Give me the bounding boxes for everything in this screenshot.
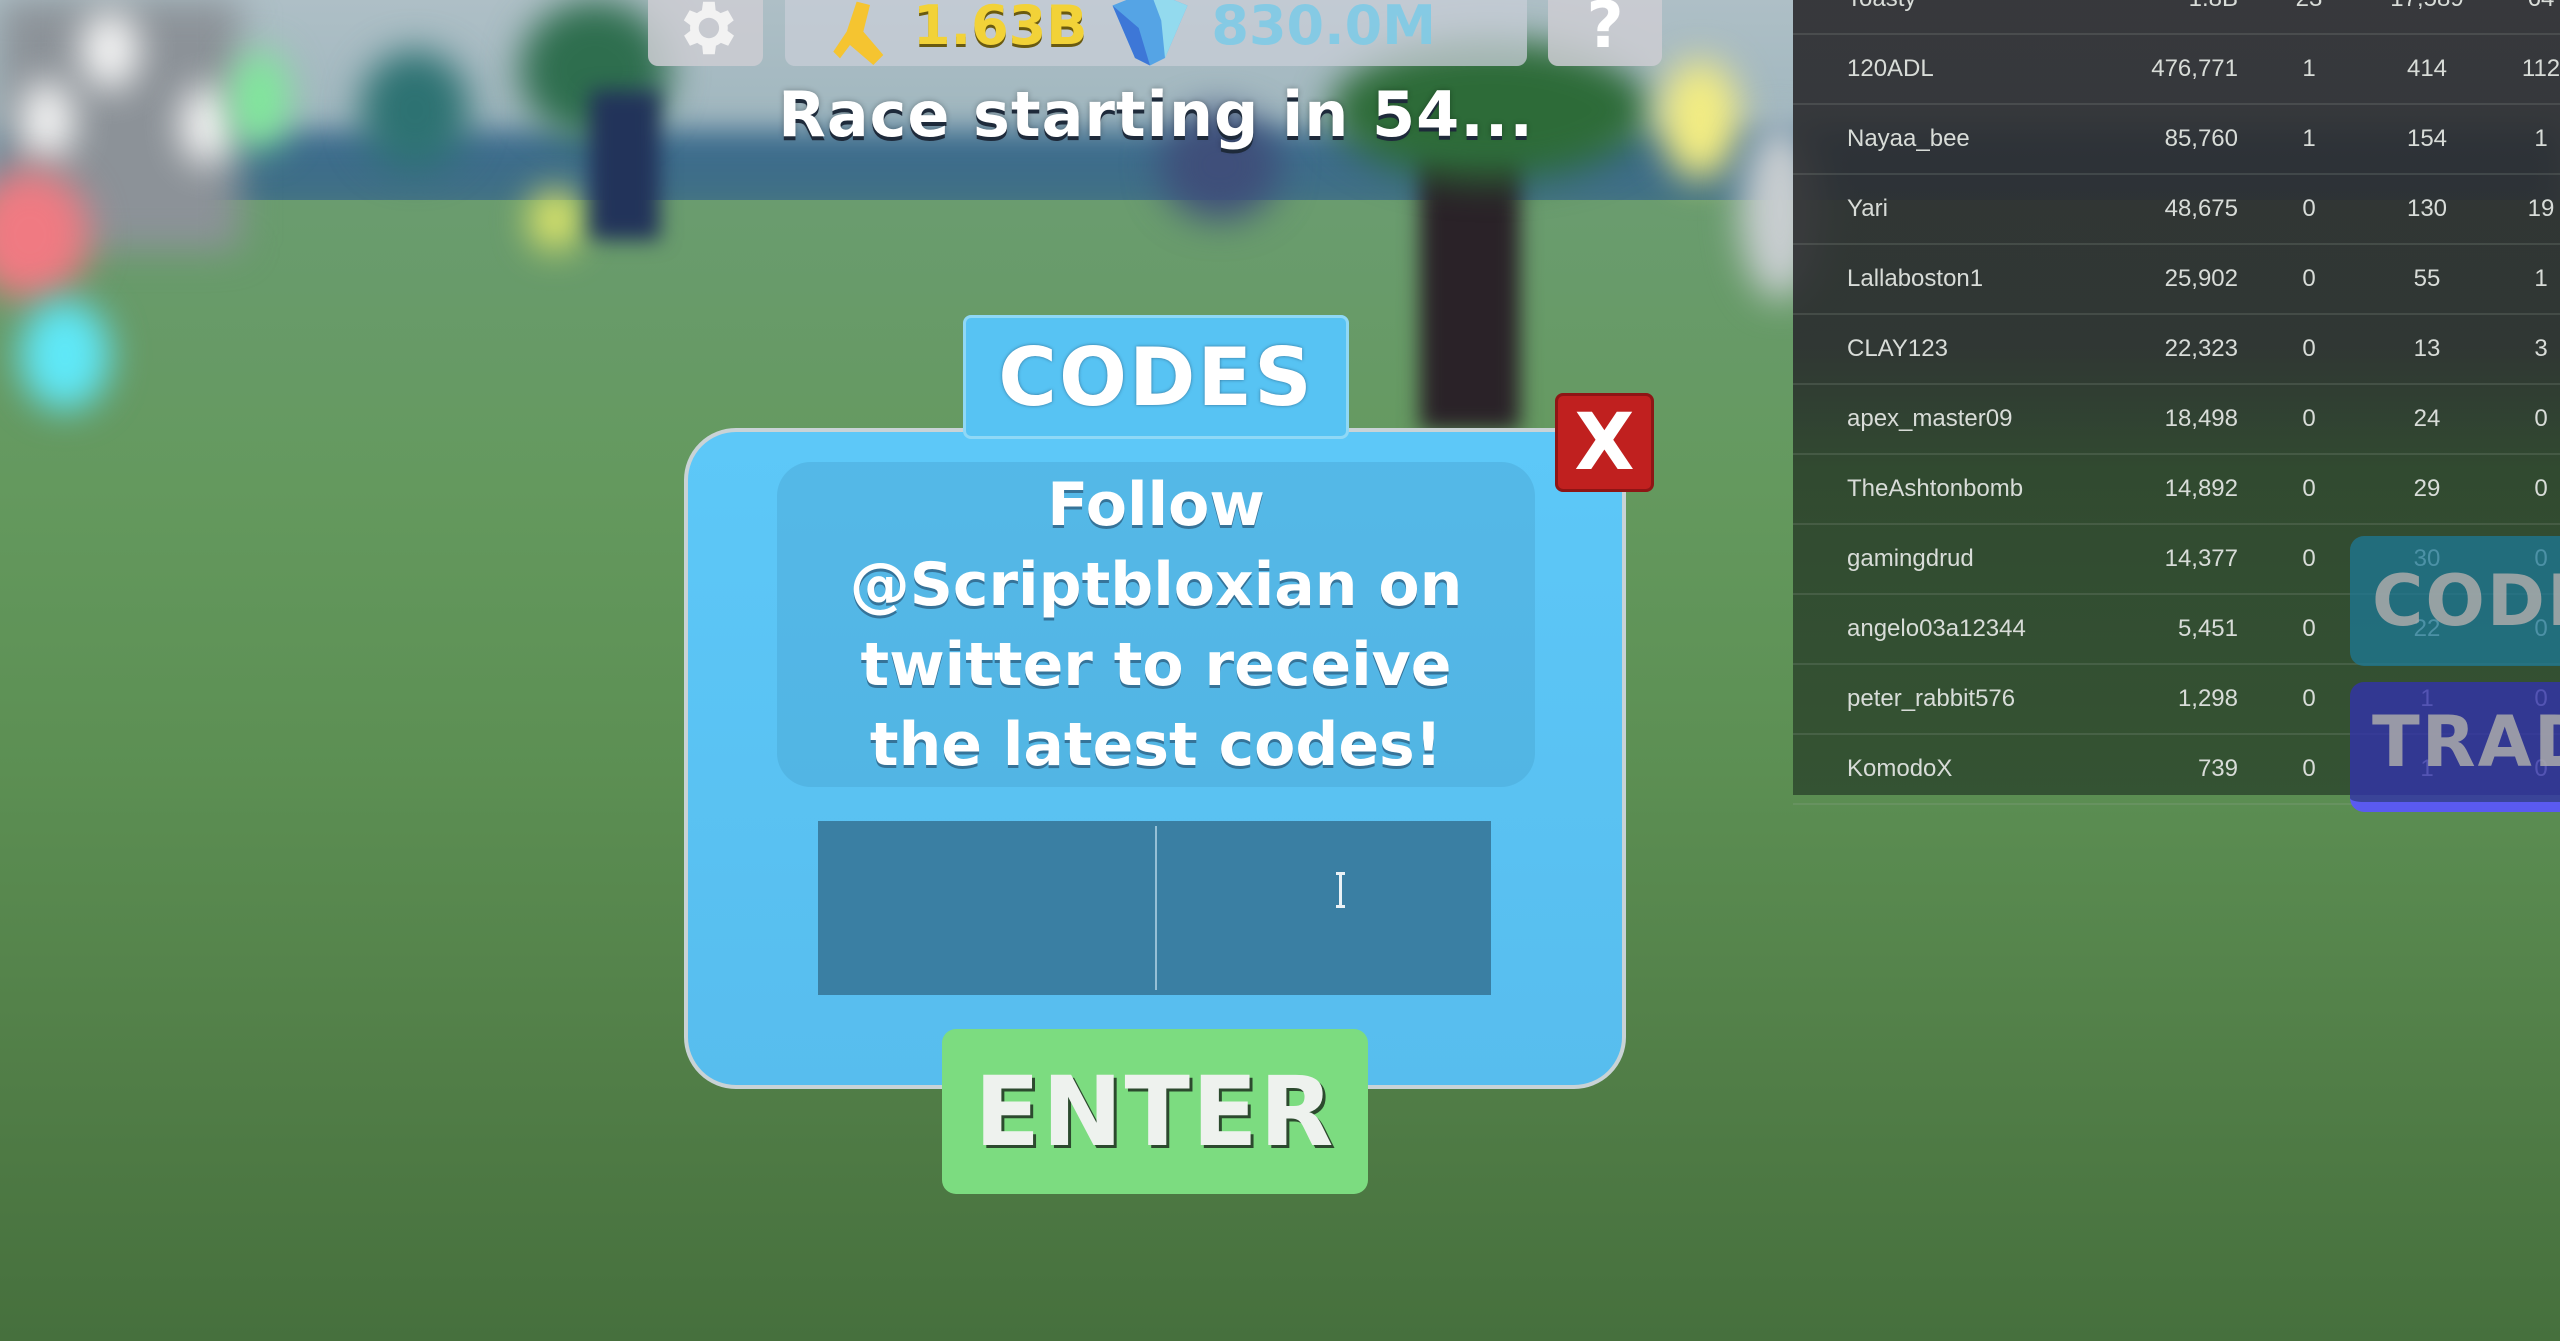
- trade-side-label: TRAD: [2372, 701, 2560, 783]
- player-stat-1: 14,377: [2164, 545, 2238, 572]
- player-stat-1: 739: [2197, 755, 2238, 782]
- input-divider: [1155, 826, 1157, 990]
- codes-info-message: Follow @Scriptbloxian on twitter to rece…: [777, 462, 1535, 787]
- player-stat-1: 18,498: [2164, 405, 2238, 432]
- player-stat-1: 85,760: [2164, 125, 2238, 152]
- codes-side-label: CODE: [2372, 560, 2560, 642]
- trade-side-button[interactable]: TRAD: [2350, 682, 2560, 812]
- tree-trunk: [1420, 150, 1520, 430]
- player-stat-1: 22,323: [2164, 335, 2238, 362]
- player-name: CLAY123: [1847, 335, 1948, 362]
- leaderboard-row: Toasty1.8B2317,58964: [1793, 0, 2560, 35]
- player-name: Toasty: [1847, 0, 1916, 13]
- player-stat-1: 14,892: [2164, 475, 2238, 502]
- player-name: 120ADL: [1847, 55, 1934, 82]
- leaderboard-row: TheAshtonbomb 14,892 0 29 0: [1793, 455, 2560, 525]
- player-name: Yari: [1847, 195, 1888, 222]
- player-name: Nayaa_bee: [1847, 125, 1970, 152]
- leaderboard-row: CLAY123 22,323 0 13 3: [1793, 315, 2560, 385]
- speed-value: 1.63B: [913, 0, 1088, 57]
- close-button[interactable]: X: [1555, 393, 1654, 492]
- player-name: angelo03a12344: [1847, 615, 2026, 642]
- codes-dialog-title: CODES: [963, 315, 1349, 439]
- player-name: gamingdrud: [1847, 545, 1974, 572]
- leaderboard-row: Nayaa_bee 85,760 1 154 1: [1793, 105, 2560, 175]
- player-stat-1: 1,298: [2177, 685, 2238, 712]
- gear-icon: [683, 1, 734, 55]
- player-name: KomodoX: [1847, 755, 1953, 782]
- question-icon: ?: [1586, 0, 1624, 63]
- cyan-gem: [20, 300, 110, 410]
- player-stat-1: 48,675: [2164, 195, 2238, 222]
- player-leaderboard: Toasty1.8B2317,58964120ADL476,7711414112…: [1793, 0, 2560, 805]
- enter-button[interactable]: ENTER: [942, 1029, 1368, 1194]
- gem-icon: [1112, 0, 1188, 66]
- player-name: TheAshtonbomb: [1847, 475, 2024, 502]
- currency-panel: 1.63B 830.0M: [785, 0, 1527, 66]
- codes-side-button[interactable]: CODE: [2350, 536, 2560, 666]
- close-icon: X: [1574, 397, 1635, 488]
- player-stat-1: 1.8B: [2189, 0, 2238, 13]
- gems-currency: 830.0M: [1105, 0, 1436, 66]
- yellow-orb: [530, 190, 580, 250]
- leaderboard-row: Yari 48,675 0 130 19: [1793, 175, 2560, 245]
- shoe-icon: [833, 1, 884, 65]
- settings-button[interactable]: [648, 0, 763, 66]
- leaderboard-row: 120ADL 476,771 1 414 112: [1793, 35, 2560, 105]
- text-cursor-icon: [1336, 872, 1347, 908]
- gems-value: 830.0M: [1211, 0, 1436, 57]
- player-name: peter_rabbit576: [1847, 685, 2016, 712]
- leaderboard-row: apex_master09 18,498 0 24 0: [1793, 385, 2560, 455]
- help-button[interactable]: ?: [1548, 0, 1662, 66]
- player-stat-1: 25,902: [2164, 265, 2238, 292]
- leaderboard-row: Lallaboston1 25,902 0 55 1: [1793, 245, 2560, 315]
- player-name: apex_master09: [1847, 405, 2013, 432]
- speed-currency: 1.63B: [825, 0, 1087, 66]
- player-name: Lallaboston1: [1847, 265, 1984, 292]
- player-stat-1: 476,771: [2151, 55, 2238, 82]
- player-stat-1: 5,451: [2177, 615, 2238, 642]
